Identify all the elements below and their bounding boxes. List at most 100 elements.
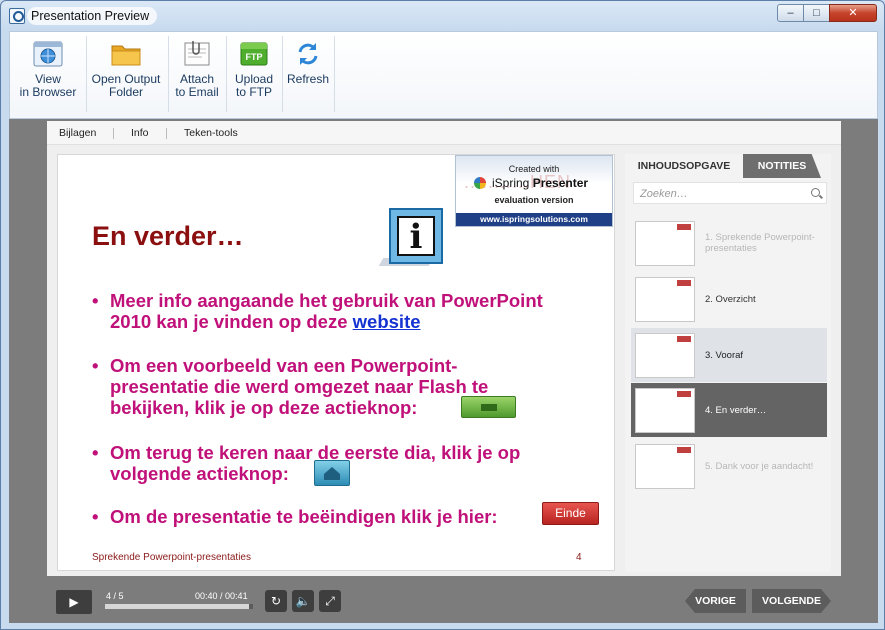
toc-item-label: 1. Sprekende Powerpoint-presentaties [705, 232, 815, 254]
search-input[interactable]: Zoeken… [633, 182, 827, 204]
watermark-product: Presenter [532, 176, 589, 190]
ispring-logo-icon [474, 177, 486, 189]
play-button[interactable]: ▶ [56, 590, 92, 614]
fullscreen-icon: ⤢ [325, 594, 335, 608]
toc-item-4[interactable]: 4. En verder… [631, 383, 827, 437]
next-button[interactable]: VOLGENDE [752, 589, 831, 613]
sidebar: INHOUDSOPGAVE NOTITIES Zoeken… 1. Spreke… [625, 154, 831, 572]
tab-inhoudsopgave[interactable]: INHOUDSOPGAVE [625, 154, 743, 178]
bullet-1-line-1: Meer info aangaande het gebruik van Powe… [110, 290, 543, 311]
toc-item-label: 3. Vooraf [705, 349, 744, 361]
info-graphic: i [378, 208, 443, 268]
title-bar: Presentation Preview – □ ✕ [1, 1, 884, 29]
search-icon[interactable] [811, 188, 820, 197]
bullet-3-line-1: Om terug te keren naar de eerste dia, kl… [110, 442, 521, 463]
bullet-3-line-2: volgende actieknop: [110, 463, 289, 484]
slide-thumbnail [635, 333, 695, 378]
slide-thumbnail [635, 221, 695, 266]
slide-title: En verder… [92, 221, 244, 251]
window-title: Presentation Preview [27, 7, 158, 25]
replay-icon: ↻ [270, 594, 282, 608]
open-output-folder-button[interactable]: Open Output Folder [90, 36, 162, 106]
toolbar-divider [334, 36, 335, 112]
bullet-2-line-1: Om een voorbeeld van een Powerpoint- [110, 355, 458, 376]
progress-bar[interactable] [105, 604, 253, 609]
attach-label-2: to Email [175, 85, 219, 99]
open-label-2: Folder [108, 85, 143, 99]
bullet-marker: • [92, 355, 99, 376]
info-icon: i [389, 208, 443, 264]
watermark-brand: iSpring [492, 176, 533, 190]
view-label-2: in Browser [19, 85, 77, 99]
watermark-evaluation: evaluation version [494, 195, 574, 205]
refresh-button[interactable]: Refresh [286, 36, 330, 106]
tab-teken-tools[interactable]: Teken-tools [184, 127, 238, 139]
preview-stage: Bijlagen Info Teken-tools ...........HEN… [9, 119, 878, 623]
view-in-browser-button[interactable]: View in Browser [14, 36, 82, 106]
time-current: 00:40 [195, 591, 218, 601]
tab-bijlagen[interactable]: Bijlagen [59, 127, 96, 139]
minimize-button[interactable]: – [777, 4, 804, 22]
app-icon [9, 8, 25, 24]
bullet-1-line-2: 2010 kan je vinden op deze [110, 311, 353, 332]
ftp-icon: FTP [237, 40, 271, 68]
bullet-marker: • [92, 442, 99, 463]
total-slides: 5 [118, 591, 124, 601]
close-button[interactable]: ✕ [829, 4, 877, 22]
toc-item-3[interactable]: 3. Vooraf [631, 328, 827, 382]
toc-item-1[interactable]: 1. Sprekende Powerpoint-presentaties [631, 216, 827, 270]
attach-to-email-button[interactable]: Attach to Email [172, 36, 222, 106]
previous-button[interactable]: VORIGE [685, 589, 746, 613]
slide-thumbnail [635, 444, 695, 489]
time-display: 00:40 / 00:41 [195, 591, 248, 601]
end-button[interactable]: Einde [542, 502, 599, 525]
toolbar-divider [282, 36, 283, 112]
toolbar-divider [226, 36, 227, 112]
toc-item-5[interactable]: 5. Dank voor je aandacht! [631, 439, 827, 493]
app-window: Presentation Preview – □ ✕ View in Brows… [0, 0, 885, 630]
fullscreen-button[interactable]: ⤢ [319, 590, 341, 612]
volume-icon: 🔈 [295, 594, 311, 608]
browser-icon [31, 40, 65, 68]
replay-button[interactable]: ↻ [265, 590, 287, 612]
watermark-url: www.ispringsolutions.com [456, 213, 612, 226]
bullet-marker: • [92, 290, 99, 311]
slide-thumbnail [635, 277, 695, 322]
progress-fill [105, 604, 249, 609]
upload-to-ftp-button[interactable]: FTP Upload to FTP [230, 36, 278, 106]
flash-action-button[interactable] [461, 396, 516, 418]
slide-thumbnail [635, 388, 695, 433]
player-tabs: Bijlagen Info Teken-tools [47, 121, 841, 145]
time-separator: / [217, 591, 226, 601]
tab-divider [166, 128, 167, 139]
slide-separator: / [111, 591, 119, 601]
email-attachment-icon [180, 40, 214, 68]
slide-footer: Sprekende Powerpoint-presentaties [92, 552, 251, 563]
bullet-2-line-2: presentatie die werd omgezet naar Flash … [110, 376, 489, 397]
refresh-label: Refresh [286, 72, 330, 86]
info-glyph: i [397, 216, 435, 256]
toc-item-label: 2. Overzicht [705, 293, 756, 305]
bullet-marker: • [92, 506, 99, 527]
presentation-player: Bijlagen Info Teken-tools ...........HEN… [47, 121, 841, 576]
tab-notities[interactable]: NOTITIES [743, 154, 821, 178]
playback-controls: ▶ 4 / 5 00:40 / 00:41 ↻ 🔈 ⤢ VORIGE VOLGE… [47, 582, 841, 623]
evaluation-watermark: ...........HEN Created with iSpring Pres… [455, 155, 613, 227]
slide-number: 4 [576, 552, 582, 563]
toc-item-label: 5. Dank voor je aandacht! [705, 460, 814, 472]
home-action-button[interactable] [314, 460, 350, 486]
home-icon [324, 467, 340, 480]
tab-info[interactable]: Info [131, 127, 149, 139]
folder-icon [109, 40, 143, 68]
search-placeholder: Zoeken… [640, 188, 688, 200]
upload-label-2: to FTP [235, 85, 272, 99]
watermark-created-with: Created with [508, 164, 560, 174]
website-link[interactable]: website [353, 311, 421, 332]
toolbar: View in Browser Open Output Folder Attac… [9, 31, 878, 119]
volume-button[interactable]: 🔈 [292, 590, 314, 612]
action-button-icon [481, 404, 497, 411]
maximize-button[interactable]: □ [803, 4, 830, 22]
toc-item-2[interactable]: 2. Overzicht [631, 272, 827, 326]
time-total: 00:41 [225, 591, 248, 601]
toolbar-divider [168, 36, 169, 112]
